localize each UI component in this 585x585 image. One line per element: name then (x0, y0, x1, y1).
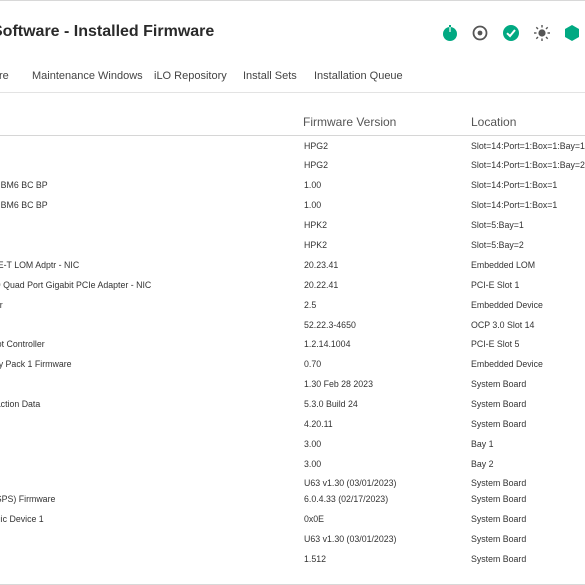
table-row[interactable]: oller 2.5 Embedded Device (0, 298, 585, 318)
table-row[interactable]: 1.512 System Board (0, 552, 585, 572)
firmware-location: Slot=5:Bay=2 (471, 240, 524, 250)
firmware-name: S UBM6 BC BP (0, 200, 48, 210)
firmware-version: U63 v1.30 (03/01/2023) (304, 534, 397, 544)
firmware-location: PCI-E Slot 1 (471, 280, 520, 290)
health-ok-icon[interactable] (502, 24, 520, 42)
tab-bar-divider (0, 92, 585, 93)
firmware-version: 3.00 (304, 439, 322, 449)
firmware-version: 4.20.11 (304, 419, 333, 429)
firmware-location: Embedded Device (471, 359, 543, 369)
column-header-location[interactable]: Location (471, 115, 516, 129)
firmware-name: oller (0, 300, 3, 310)
firmware-version: HPK2 (304, 220, 327, 230)
table-row[interactable]: ergy Pack 1 Firmware 0.70 Embedded Device (0, 357, 585, 377)
firmware-location: System Board (471, 478, 527, 488)
firmware-name: ASE-T LOM Adptr - NIC (0, 260, 80, 270)
firmware-version: 1.30 Feb 28 2023 (304, 379, 373, 389)
table-row[interactable]: 719 Quad Port Gigabit PCIe Adapter - NIC… (0, 278, 585, 298)
firmware-version: 6.0.4.33 (02/17/2023) (304, 494, 389, 504)
table-row[interactable]: s (SPS) Firmware 6.0.4.33 (02/17/2023) Sys… (0, 492, 585, 512)
firmware-version: 5.3.0 Build 24 (304, 399, 358, 409)
firmware-version: HPG2 (304, 141, 328, 151)
table-row[interactable]: S UBM6 BC BP 1.00 Slot=14:Port=1:Box=1 (0, 178, 585, 198)
tab-installation-queue[interactable]: Installation Queue (314, 70, 403, 82)
firmware-version: 1.2.14.1004 (304, 339, 351, 349)
firmware-location: Bay 1 (471, 439, 494, 449)
firmware-name: straction Data (0, 399, 41, 409)
firmware-version: 20.22.41 (304, 280, 339, 290)
table-row[interactable]: HPK2 Slot=5:Bay=2 (0, 238, 585, 258)
table-header-divider (0, 135, 585, 136)
firmware-location: Slot=5:Bay=1 (471, 220, 524, 230)
table-row[interactable]: 3.00 Bay 1 (0, 437, 585, 457)
table-row[interactable]: HPK2 Slot=5:Bay=1 (0, 218, 585, 238)
uid-icon[interactable] (471, 24, 489, 42)
tab-install-sets[interactable]: Install Sets (243, 70, 297, 82)
table-row[interactable]: HPG2 Slot=14:Port=1:Box=1:Bay=1 (0, 139, 585, 159)
table-row[interactable]: 52.22.3-4650 OCP 3.0 Slot 14 (0, 318, 585, 338)
firmware-name: Boot Controller (0, 339, 45, 349)
firmware-version: 20.23.41 (304, 260, 339, 270)
table-row[interactable]: straction Data 5.3.0 Build 24 System Board (0, 397, 585, 417)
column-header-firmware-version[interactable]: Firmware Version (303, 115, 396, 129)
firmware-location: Embedded Device (471, 300, 543, 310)
firmware-version: 0.70 (304, 359, 322, 369)
firmware-version: U63 v1.30 (03/01/2023) (304, 478, 397, 488)
table-row[interactable]: 4.20.11 System Board (0, 417, 585, 437)
firmware-location: Slot=14:Port=1:Box=1 (471, 200, 558, 210)
table-row[interactable]: ASE-T LOM Adptr - NIC 20.23.41 Embedded LO… (0, 258, 585, 278)
table-row[interactable]: 1.30 Feb 28 2023 System Board (0, 377, 585, 397)
firmware-version: 52.22.3-4650 (304, 320, 356, 330)
table-row[interactable]: Logic Device 1 0x0E System Board (0, 512, 585, 532)
firmware-name: s (SPS) Firmware (0, 494, 56, 504)
firmware-location: OCP 3.0 Slot 14 (471, 320, 535, 330)
firmware-location: System Board (471, 514, 527, 524)
firmware-location: System Board (471, 494, 527, 504)
firmware-name: Logic Device 1 (0, 514, 44, 524)
firmware-location: Slot=14:Port=1:Box=1 (471, 180, 558, 190)
firmware-version: HPK2 (304, 240, 327, 250)
power-icon[interactable] (441, 24, 459, 42)
tab-ilo-repository[interactable]: iLO Repository (154, 70, 227, 82)
firmware-location: System Board (471, 554, 527, 564)
firmware-version: 1.00 (304, 200, 322, 210)
table-row[interactable]: HPG2 Slot=14:Port=1:Box=1:Bay=2 (0, 158, 585, 178)
firmware-version: 0x0E (304, 514, 325, 524)
firmware-version: 1.512 (304, 554, 327, 564)
firmware-location: System Board (471, 534, 527, 544)
firmware-location: PCI-E Slot 5 (471, 339, 520, 349)
firmware-version: 2.5 (304, 300, 317, 310)
table-row[interactable]: 3.00 Bay 2 (0, 457, 585, 477)
firmware-version: 1.00 (304, 180, 322, 190)
firmware-location: Slot=14:Port=1:Box=1:Bay=1 (471, 141, 585, 151)
tab-maintenance-windows[interactable]: Maintenance Windows (32, 70, 143, 82)
firmware-name: 719 Quad Port Gigabit PCIe Adapter - NIC (0, 280, 152, 290)
firmware-location: System Board (471, 399, 527, 409)
firmware-name: S UBM6 BC BP (0, 180, 48, 190)
firmware-location: Embedded LOM (471, 260, 536, 270)
brightness-icon[interactable] (533, 24, 551, 42)
security-shield-icon[interactable] (563, 24, 581, 42)
table-row[interactable]: S UBM6 BC BP 1.00 Slot=14:Port=1:Box=1 (0, 198, 585, 218)
firmware-name: ergy Pack 1 Firmware (0, 359, 72, 369)
page-title: Software - Installed Firmware (0, 23, 215, 40)
table-row[interactable]: U63 v1.30 (03/01/2023) System Board (0, 532, 585, 552)
firmware-location: Slot=14:Port=1:Box=1:Bay=2 (471, 160, 585, 170)
firmware-version: 3.00 (304, 459, 322, 469)
tab-firmware[interactable]: re (0, 70, 9, 82)
firmware-version: HPG2 (304, 160, 328, 170)
firmware-location: Bay 2 (471, 459, 494, 469)
firmware-location: System Board (471, 379, 527, 389)
table-row[interactable]: Boot Controller 1.2.14.1004 PCI-E Slot 5 (0, 337, 585, 357)
page-frame: Software - Installed Firmware re Mainten… (0, 0, 585, 585)
firmware-location: System Board (471, 419, 527, 429)
